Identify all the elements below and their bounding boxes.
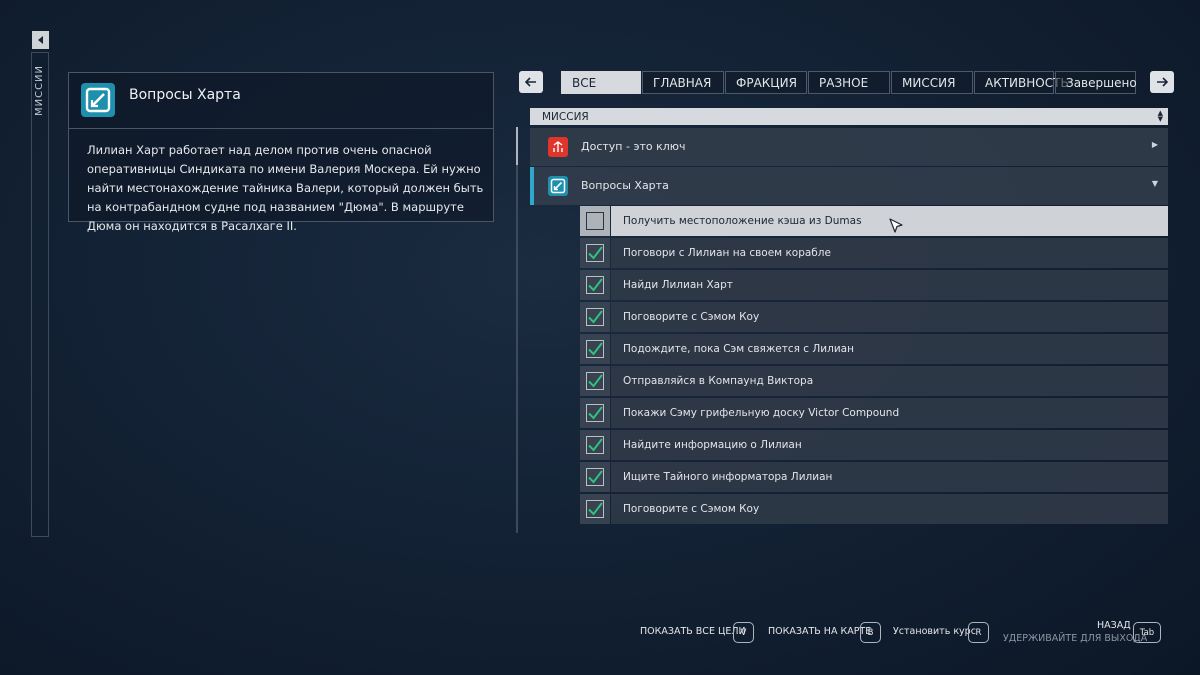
key-v-button[interactable]: V [733, 622, 754, 643]
objective-row[interactable]: Поговорите с Сэмом Коу [580, 494, 1168, 524]
chevron-down-icon: ▼ [1151, 179, 1158, 188]
rail-label: МИССИИ [34, 64, 46, 116]
empty-box-icon [586, 212, 604, 230]
objective-row[interactable]: Покажи Сэму грифельную доску Victor Comp… [580, 398, 1168, 428]
objective-row[interactable]: Поговори с Лилиан на своем корабле [580, 238, 1168, 268]
checkmark-icon [586, 276, 604, 294]
show-on-map-label: ПОКАЗАТЬ НА КАРТЕ [768, 626, 872, 637]
objective-row[interactable]: Получить местоположение кэша из Dumas [580, 206, 1168, 236]
tab-misc[interactable]: РАЗНОЕ [808, 71, 890, 94]
next-tab-button[interactable] [1150, 71, 1174, 93]
mission-name: Доступ - это ключ [581, 140, 686, 153]
objective-row[interactable]: Найди Лилиан Харт [580, 270, 1168, 300]
objective-label: Отправляйся в Компаунд Виктора [611, 366, 1168, 396]
rail-label-container: МИССИИ [31, 60, 49, 120]
objective-checkbox-checked[interactable] [580, 430, 610, 460]
tab-mission[interactable]: МИССИЯ [891, 71, 973, 94]
checkmark-icon [586, 436, 604, 454]
side-rail [31, 52, 49, 537]
tab-activity[interactable]: АКТИВНОСТЬ [974, 71, 1069, 94]
sort-bar[interactable]: МИССИЯ ▲ ▼ [530, 108, 1168, 125]
tab-all[interactable]: ВСЕ [561, 71, 641, 94]
objective-label: Ищите Тайного информатора Лилиан [611, 462, 1168, 492]
tab-completed[interactable]: Завершено [1055, 71, 1137, 94]
tab-main[interactable]: ГЛАВНАЯ [642, 71, 724, 94]
objective-checkbox-checked[interactable] [580, 334, 610, 364]
key-b-button[interactable]: B [860, 622, 881, 643]
objective-checkbox-checked[interactable] [580, 366, 610, 396]
red-emblem-icon [548, 137, 568, 157]
mouse-cursor-icon [889, 218, 903, 233]
objective-checkbox-checked[interactable] [580, 398, 610, 428]
mission-row-expanded[interactable]: Вопросы Харта ▼ [530, 167, 1168, 205]
mission-title: Вопросы Харта [129, 87, 241, 103]
objective-label: Поговорите с Сэмом Коу [611, 494, 1168, 524]
sort-label: МИССИЯ [542, 110, 589, 123]
mission-detail-panel: Вопросы Харта Лилиан Харт работает над д… [68, 72, 494, 233]
objective-label: Найди Лилиан Харт [611, 270, 1168, 300]
checkmark-icon [586, 372, 604, 390]
prev-tab-button[interactable] [519, 71, 543, 93]
objective-checkbox-empty[interactable] [580, 206, 610, 236]
arrow-left-icon [38, 36, 43, 44]
checkmark-icon [586, 500, 604, 518]
mission-row[interactable]: Доступ - это ключ ▶ [530, 128, 1168, 166]
mission-description: Лилиан Харт работает над делом против оч… [87, 143, 484, 233]
objective-label: Подождите, пока Сэм свяжется с Лилиан [611, 334, 1168, 364]
key-r-button[interactable]: R [968, 622, 989, 643]
list-scrollbar[interactable] [516, 127, 518, 533]
objective-label: Поговори с Лилиан на своем корабле [611, 238, 1168, 268]
tab-faction[interactable]: ФРАКЦИЯ [725, 71, 807, 94]
objective-row[interactable]: Отправляйся в Компаунд Виктора [580, 366, 1168, 396]
set-course-label: Установить курс [893, 626, 976, 637]
key-tab-button[interactable]: Tab [1133, 622, 1161, 643]
checkmark-icon [586, 340, 604, 358]
objective-checkbox-checked[interactable] [580, 462, 610, 492]
objective-label: Покажи Сэму грифельную доску Victor Comp… [611, 398, 1168, 428]
objective-checkbox-checked[interactable] [580, 302, 610, 332]
checkmark-icon [586, 244, 604, 262]
checkmark-icon [586, 308, 604, 326]
sort-arrows-icon: ▲ ▼ [1157, 109, 1163, 123]
checkmark-icon [586, 468, 604, 486]
objective-label: Поговорите с Сэмом Коу [611, 302, 1168, 332]
objective-checkbox-checked[interactable] [580, 270, 610, 300]
objective-row[interactable]: Поговорите с Сэмом Коу [580, 302, 1168, 332]
back-label: НАЗАД [1097, 620, 1131, 631]
mission-icon [548, 176, 568, 196]
arrow-right-icon [1157, 77, 1168, 87]
objective-row[interactable]: Подождите, пока Сэм свяжется с Лилиан [580, 334, 1168, 364]
objective-checkbox-checked[interactable] [580, 238, 610, 268]
objective-checkbox-checked[interactable] [580, 494, 610, 524]
objective-label: Найдите информацию о Лилиан [611, 430, 1168, 460]
checkmark-icon [586, 404, 604, 422]
hold-to-exit-label: УДЕРЖИВАЙТЕ ДЛЯ ВЫХОДА [1003, 633, 1148, 644]
mission-icon [81, 83, 115, 117]
chevron-right-icon: ▶ [1151, 140, 1158, 149]
objective-row[interactable]: Ищите Тайного информатора Лилиан [580, 462, 1168, 492]
arrow-left-icon [525, 77, 536, 87]
collapse-panel-button[interactable] [32, 31, 49, 49]
objective-row[interactable]: Найдите информацию о Лилиан [580, 430, 1168, 460]
show-all-goals-label: ПОКАЗАТЬ ВСЕ ЦЕЛИ [640, 626, 746, 637]
scrollbar-thumb[interactable] [516, 127, 518, 165]
mission-name: Вопросы Харта [581, 179, 669, 192]
mission-detail-header: Вопросы Харта [69, 73, 493, 129]
